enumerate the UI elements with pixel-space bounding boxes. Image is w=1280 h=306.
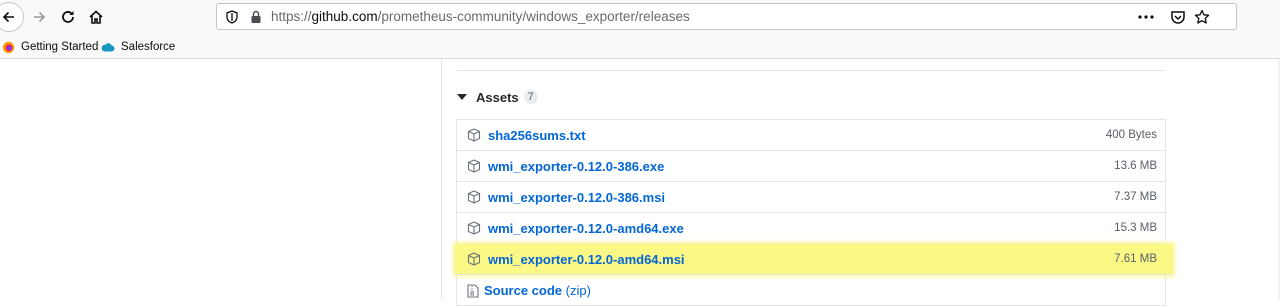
more-dots-icon [1138, 15, 1154, 19]
forward-arrow-icon [34, 11, 46, 23]
package-icon [467, 221, 481, 235]
package-icon [467, 128, 481, 142]
pocket-button[interactable] [1169, 8, 1187, 26]
asset-row: wmi_exporter-0.12.0-386.exe 13.6 MB [457, 151, 1165, 182]
back-arrow-icon [2, 11, 14, 23]
reload-icon [62, 11, 74, 23]
asset-size: 7.61 MB [1114, 253, 1157, 265]
home-button[interactable] [83, 4, 109, 30]
forward-button[interactable] [26, 4, 52, 30]
bookmarks-toolbar: Getting Started Salesforce [0, 34, 1280, 59]
padlock-icon[interactable] [248, 9, 264, 25]
bookmark-getting-started[interactable]: Getting Started [2, 39, 98, 55]
source-code-row: Source code (zip) [457, 275, 1165, 306]
url-path: /prometheus-community/windows_exporter/r… [377, 9, 690, 24]
asset-list: sha256sums.txt 400 Bytes wmi_exporter-0.… [455, 119, 1173, 306]
section-separator [457, 70, 1165, 71]
assets-toggle[interactable]: Assets 7 [457, 89, 538, 105]
bookmark-label: Salesforce [121, 41, 176, 53]
firefox-icon [2, 41, 15, 54]
asset-row: sha256sums.txt 400 Bytes [457, 120, 1165, 151]
asset-row: wmi_exporter-0.12.0-amd64.exe 15.3 MB [457, 213, 1165, 244]
bookmark-star-button[interactable] [1193, 8, 1211, 26]
package-icon [467, 252, 481, 266]
asset-size: 400 Bytes [1105, 129, 1157, 141]
package-icon [467, 190, 481, 204]
asset-link[interactable]: sha256sums.txt [488, 128, 586, 143]
caret-down-icon [457, 94, 467, 100]
asset-size: 13.6 MB [1114, 160, 1157, 172]
browser-toolbar: https://github.com/prometheus-community/… [0, 0, 1280, 34]
asset-link[interactable]: wmi_exporter-0.12.0-386.exe [488, 159, 664, 174]
source-code-link[interactable]: Source code (zip) [484, 283, 591, 298]
asset-row-highlighted: wmi_exporter-0.12.0-amd64.msi 7.61 MB [455, 244, 1173, 275]
reload-button[interactable] [55, 4, 81, 30]
bookmark-salesforce[interactable]: Salesforce [101, 39, 175, 55]
salesforce-cloud-icon [101, 42, 115, 52]
page-content: Assets 7 sha256sums.txt 400 Bytes wmi_ex… [0, 59, 1280, 306]
url-host: github.com [311, 9, 378, 24]
pocket-icon [1171, 11, 1185, 24]
url-text[interactable]: https://github.com/prometheus-community/… [271, 9, 690, 24]
content-divider [441, 59, 442, 300]
assets-title: Assets [476, 89, 519, 105]
asset-link[interactable]: wmi_exporter-0.12.0-amd64.msi [488, 252, 685, 267]
asset-size: 7.37 MB [1114, 191, 1157, 203]
asset-link[interactable]: wmi_exporter-0.12.0-386.msi [488, 190, 665, 205]
package-icon [467, 159, 481, 173]
page-actions-button[interactable] [1137, 8, 1155, 26]
tracking-protection-shield-icon[interactable] [224, 9, 240, 25]
asset-link[interactable]: wmi_exporter-0.12.0-amd64.exe [488, 221, 684, 236]
url-scheme: https:// [271, 9, 312, 24]
back-button[interactable] [0, 2, 24, 32]
file-zip-icon [467, 284, 481, 298]
star-icon [1194, 9, 1210, 24]
assets-count-badge: 7 [523, 90, 538, 104]
source-code-format: (zip) [565, 283, 591, 298]
asset-size: 15.3 MB [1114, 222, 1157, 234]
address-bar[interactable]: https://github.com/prometheus-community/… [216, 3, 1237, 30]
source-code-label: Source code [484, 283, 563, 298]
asset-row: wmi_exporter-0.12.0-386.msi 7.37 MB [457, 182, 1165, 213]
bookmark-label: Getting Started [21, 41, 99, 53]
home-icon [89, 10, 103, 24]
